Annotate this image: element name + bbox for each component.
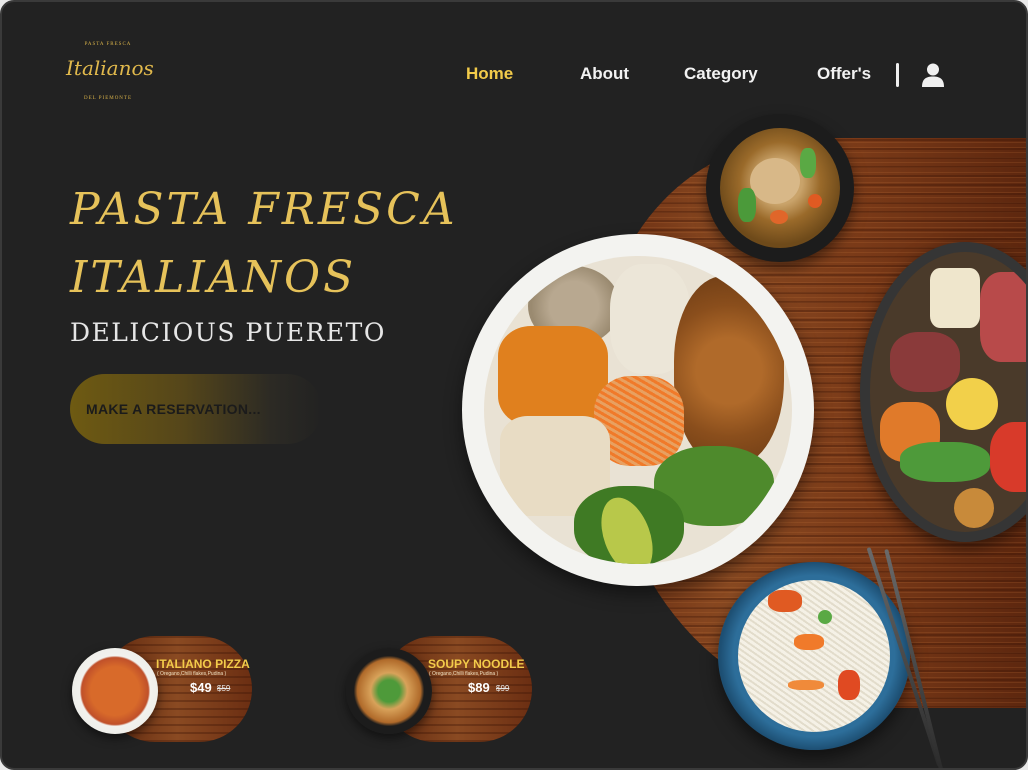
user-icon[interactable] — [920, 62, 946, 88]
nav-offers[interactable]: Offer's — [817, 64, 871, 84]
salad-bowl-image — [462, 234, 814, 586]
reservation-button-label: MAKE A RESERVATION... — [86, 401, 261, 417]
make-reservation-button[interactable]: MAKE A RESERVATION... — [70, 374, 322, 444]
product-old-price: $99 — [496, 684, 510, 693]
product-ingredients: ( Oregano,Chilli flakes,Pudina ) — [429, 671, 499, 677]
logo-top-text: PASTA FRESCA — [84, 42, 132, 47]
logo-bottom-text: DEL PIEMONTE — [83, 96, 133, 101]
noodle-plate-image — [346, 648, 432, 734]
nav-about[interactable]: About — [580, 64, 629, 84]
hero-title-line1: PASTA FRESCA — [70, 184, 458, 235]
page-frame: PASTA FRESCA Italianos DEL PIEMONTE Home… — [0, 0, 1028, 770]
product-price: $89 — [468, 680, 490, 695]
product-ingredients: ( Oregano,Chilli flakes,Pudina ) — [157, 671, 227, 677]
product-title: SOUPY NOODLE — [428, 657, 525, 671]
nav-divider — [896, 63, 899, 87]
brand-logo[interactable]: PASTA FRESCA Italianos DEL PIEMONTE — [66, 38, 154, 110]
soup-bowl-image — [706, 114, 854, 262]
logo-main-text: Italianos — [66, 56, 154, 80]
hero-subtitle: DELICIOUS PUERETO — [70, 318, 386, 347]
product-old-price: $59 — [217, 684, 231, 693]
product-price: $49 — [190, 680, 212, 695]
nav-home[interactable]: Home — [466, 64, 513, 84]
hero-title-line2: ITALIANOS — [70, 252, 357, 303]
nav-category[interactable]: Category — [684, 64, 758, 84]
pizza-plate-image — [72, 648, 158, 734]
product-title: ITALIANO PIZZA — [156, 657, 250, 671]
